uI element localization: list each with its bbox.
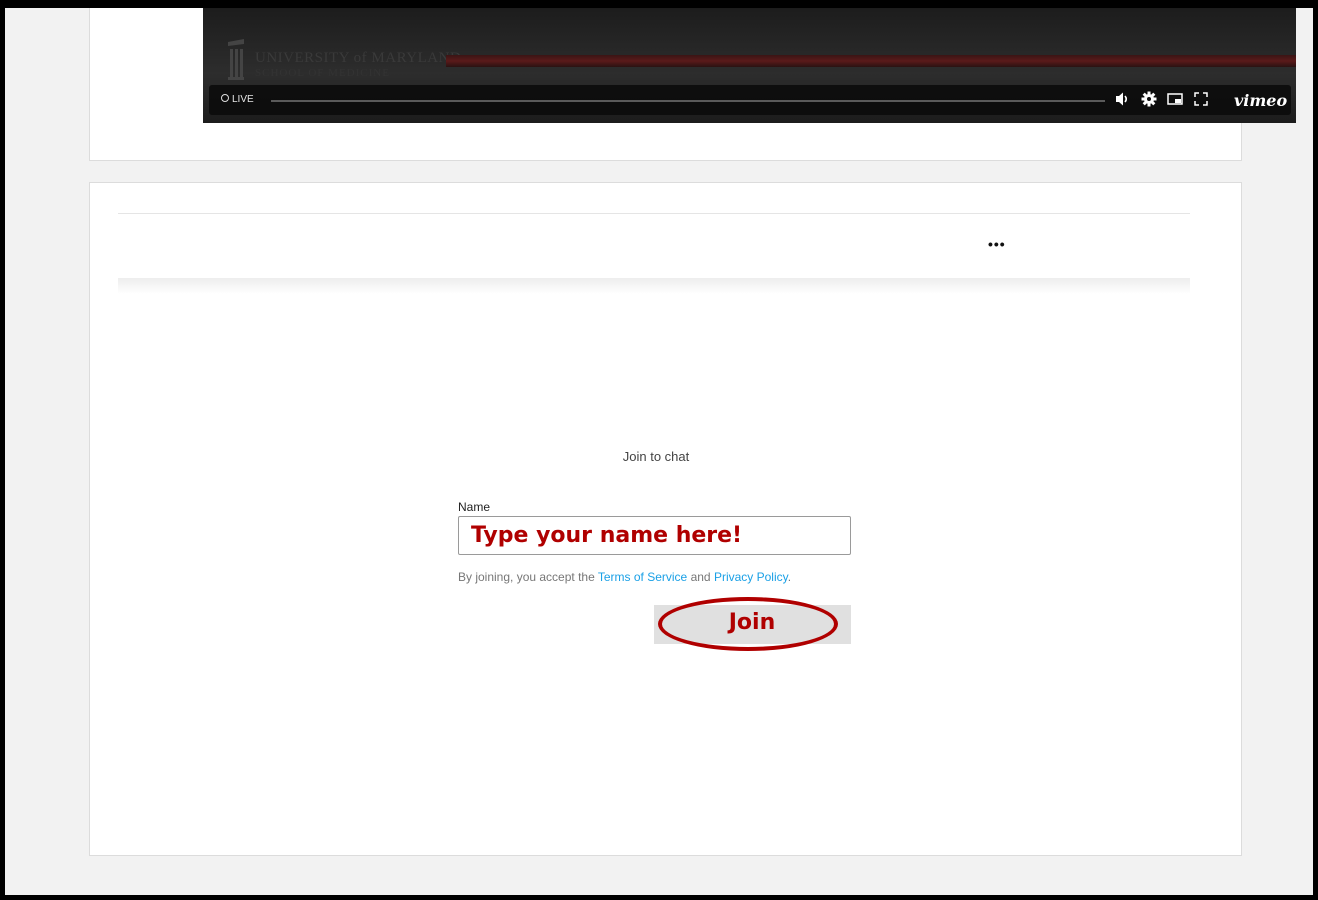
- chat-card: ••• Join to chat Name Type your name her…: [89, 182, 1242, 856]
- gear-icon[interactable]: [1141, 91, 1157, 111]
- terms-of-service-link[interactable]: Terms of Service: [598, 570, 687, 584]
- video-player[interactable]: UNIVERSITY of MARYLAND SCHOOL OF MEDICIN…: [203, 8, 1296, 123]
- terms-suffix: .: [787, 570, 792, 584]
- red-banner: [446, 55, 1296, 67]
- join-button[interactable]: Join: [654, 605, 851, 644]
- terms-mid: and: [687, 570, 714, 584]
- chat-header: •••: [118, 214, 1190, 278]
- logo-line1: UNIVERSITY of MARYLAND: [255, 50, 462, 66]
- join-label: Join: [728, 610, 776, 635]
- volume-icon[interactable]: [1115, 91, 1131, 111]
- fullscreen-icon[interactable]: [1193, 91, 1209, 111]
- more-options-icon[interactable]: •••: [988, 236, 1006, 252]
- privacy-policy-link[interactable]: Privacy Policy: [714, 570, 788, 584]
- join-title: Join to chat: [622, 449, 690, 464]
- screenshot-frame: UNIVERSITY of MARYLAND SCHOOL OF MEDICIN…: [0, 0, 1318, 900]
- university-logo: UNIVERSITY of MARYLAND SCHOOL OF MEDICIN…: [227, 37, 461, 83]
- picture-in-picture-icon[interactable]: [1167, 91, 1183, 111]
- column-icon: [228, 39, 244, 80]
- terms-text: By joining, you accept the Terms of Serv…: [458, 570, 791, 584]
- live-dot-icon: [221, 94, 229, 102]
- header-shadow: [118, 278, 1190, 294]
- vimeo-logo[interactable]: vimeo: [1234, 91, 1287, 110]
- live-indicator: LIVE: [221, 94, 254, 105]
- terms-prefix: By joining, you accept the: [458, 570, 598, 584]
- live-label: LIVE: [232, 94, 254, 105]
- name-input[interactable]: Type your name here!: [458, 516, 851, 555]
- name-label: Name: [458, 500, 491, 514]
- video-card: UNIVERSITY of MARYLAND SCHOOL OF MEDICIN…: [89, 8, 1296, 161]
- progress-bar[interactable]: [271, 100, 1105, 102]
- name-annotation: Type your name here!: [471, 523, 743, 548]
- video-controls: LIVE vimeo: [209, 85, 1291, 115]
- logo-line2: SCHOOL OF MEDICINE: [255, 67, 390, 79]
